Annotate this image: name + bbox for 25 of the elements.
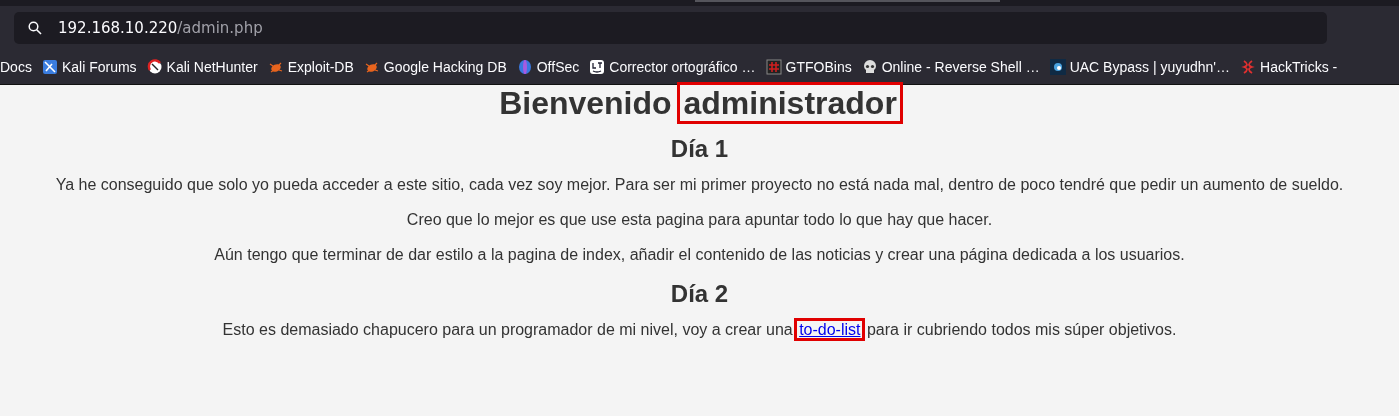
hash-icon: [765, 59, 782, 75]
skull-icon: [861, 59, 878, 75]
bookmark[interactable]: Corrector ortográfico …: [586, 59, 759, 75]
bookmark[interactable]: OffSec: [513, 59, 583, 75]
paragraph: Aún tengo que terminar de dar estilo a la pagina de index, añadir el contenido de las noticias y crear una página dedicada a los usuarios.: [213, 245, 1186, 264]
paragraph: Ya he conseguido que solo yo pueda acceder a este sitio, cada vez soy mejor. Para ser mi primer proyecto no está nada mal, dentro de poco tendré que pedir un aumento de sueldo.: [54, 175, 1345, 194]
page-heading: Bienvenido administrador: [0, 85, 1399, 121]
paragraph: Esto es demasiado chapucero para un programador de mi nivel, voy a crear una to-do-list para ir cubriendo todos mis súper objetivos.: [0, 320, 1399, 339]
url-text: 192.168.10.220/admin.php: [58, 19, 263, 37]
highlighted-word: administrador: [680, 85, 900, 121]
section-heading: Día 1: [669, 135, 730, 163]
paragraph: Creo que lo mejor es que use esta pagina para apuntar todo lo que hay que hacer.: [405, 210, 994, 229]
bookmark[interactable]: HackTricks -: [1237, 59, 1341, 75]
bookmark[interactable]: Online - Reverse Shell …: [858, 59, 1043, 75]
search-icon: [28, 21, 42, 35]
bookmark[interactable]: Exploit-DB: [264, 59, 357, 75]
bookmark[interactable]: UAC Bypass | yuyudhn'…: [1046, 59, 1234, 75]
bookmark[interactable]: Google Hacking DB: [360, 59, 510, 75]
section-heading: Día 2: [669, 280, 730, 308]
bookmark[interactable]: Docs: [0, 59, 35, 75]
bookmark[interactable]: Kali NetHunter: [143, 59, 261, 75]
todo-link[interactable]: to-do-list: [797, 321, 863, 338]
bookmark[interactable]: Kali Forums: [38, 59, 140, 75]
bookmark[interactable]: GTFOBins: [762, 59, 855, 75]
address-bar[interactable]: 192.168.10.220/admin.php: [14, 12, 1327, 44]
